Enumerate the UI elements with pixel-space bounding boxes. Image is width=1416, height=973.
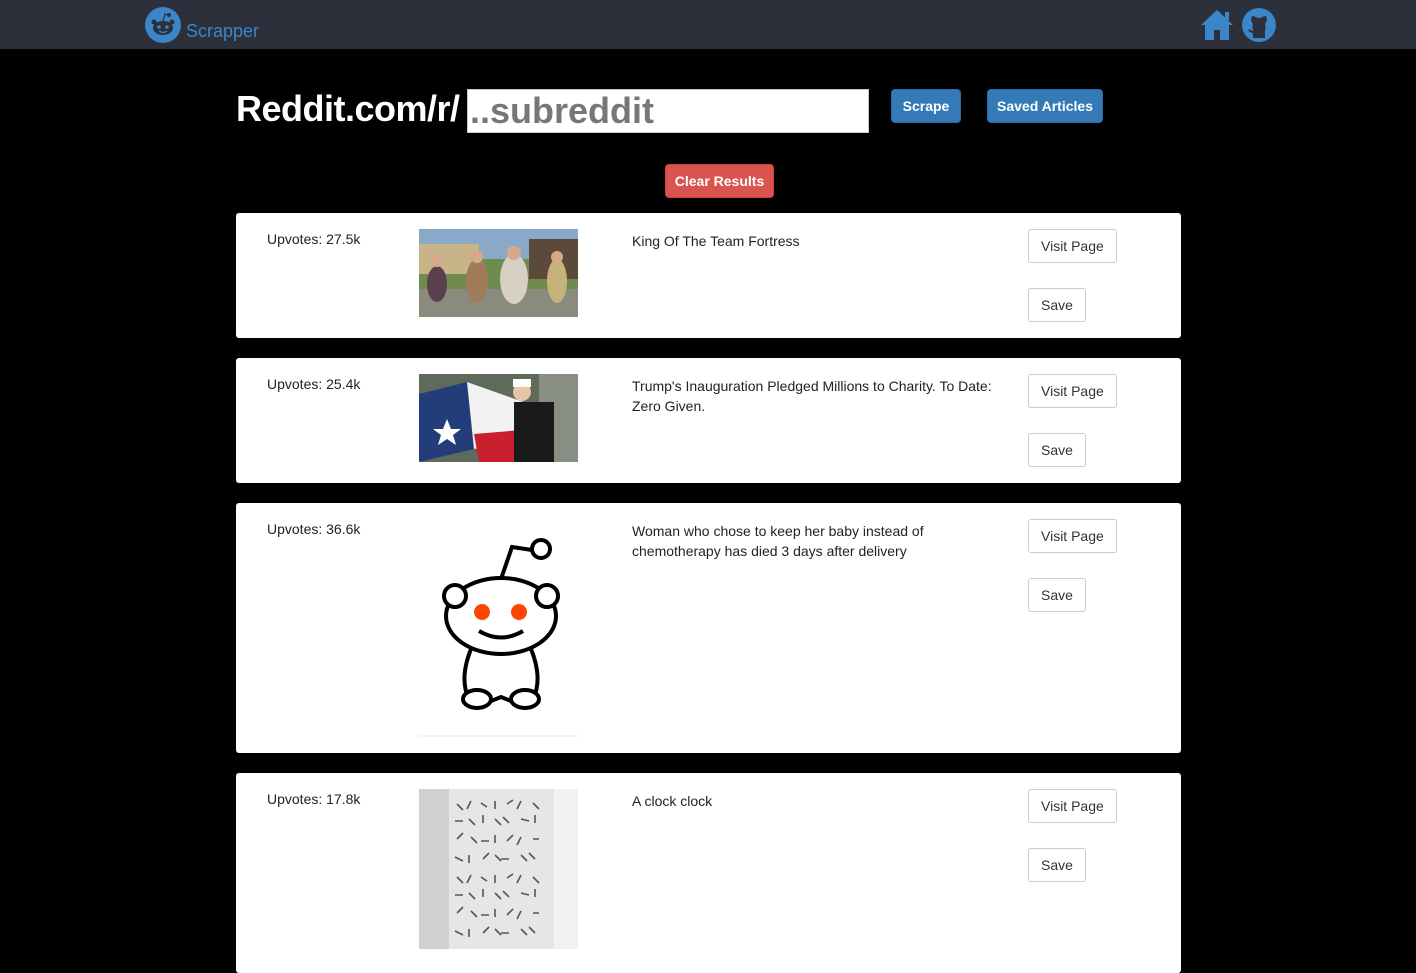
upvote-count: Upvotes: 25.4k — [267, 376, 361, 392]
reddit-alien-thumbnail[interactable] — [419, 519, 578, 739]
save-button[interactable]: Save — [1028, 288, 1086, 322]
upvote-count: Upvotes: 36.6k — [267, 521, 361, 537]
visit-page-button[interactable]: Visit Page — [1028, 519, 1117, 553]
navbar: Scrapper — [0, 0, 1416, 49]
article-title: A clock clock — [632, 793, 713, 809]
brand-text: Scrapper — [186, 20, 260, 41]
visit-page-button[interactable]: Visit Page — [1028, 229, 1117, 263]
article-card: Upvotes: 36.6k Woman who chose to keep h… — [236, 503, 1181, 753]
nav-icons — [1199, 7, 1277, 43]
reddit-logo-icon — [145, 7, 181, 43]
saved-articles-button[interactable]: Saved Articles — [987, 89, 1103, 123]
article-card: Upvotes: 25.4k Trump's Inauguration Pled… — [236, 358, 1181, 483]
save-button[interactable]: Save — [1028, 433, 1086, 467]
upvote-count: Upvotes: 27.5k — [267, 231, 361, 247]
team-fortress-thumbnail[interactable] — [419, 229, 578, 317]
article-card: Upvotes: 27.5k King Of The Team Fortress… — [236, 213, 1181, 338]
upvote-count: Upvotes: 17.8k — [267, 791, 361, 807]
flag-thumbnail[interactable] — [419, 374, 578, 462]
subreddit-input[interactable] — [467, 89, 869, 133]
article-title: Woman who chose to keep her baby instead… — [632, 523, 924, 559]
article-card: Upvotes: 17.8k A clock clock Visit Page … — [236, 773, 1181, 973]
visit-page-button[interactable]: Visit Page — [1028, 789, 1117, 823]
home-icon[interactable] — [1199, 7, 1235, 43]
scrape-button[interactable]: Scrape — [891, 89, 961, 123]
brand-link[interactable]: Scrapper — [145, 7, 259, 43]
github-icon[interactable] — [1241, 7, 1277, 43]
save-button[interactable]: Save — [1028, 578, 1086, 612]
clock-thumbnail[interactable] — [419, 789, 578, 949]
search-row: Reddit.com/r/ — [236, 88, 869, 133]
visit-page-button[interactable]: Visit Page — [1028, 374, 1117, 408]
article-title: Trump's Inauguration Pledged Millions to… — [632, 378, 992, 414]
clear-results-button[interactable]: Clear Results — [665, 164, 774, 198]
article-title: King Of The Team Fortress — [632, 233, 800, 249]
subreddit-prefix: Reddit.com/r/ — [236, 88, 460, 129]
save-button[interactable]: Save — [1028, 848, 1086, 882]
